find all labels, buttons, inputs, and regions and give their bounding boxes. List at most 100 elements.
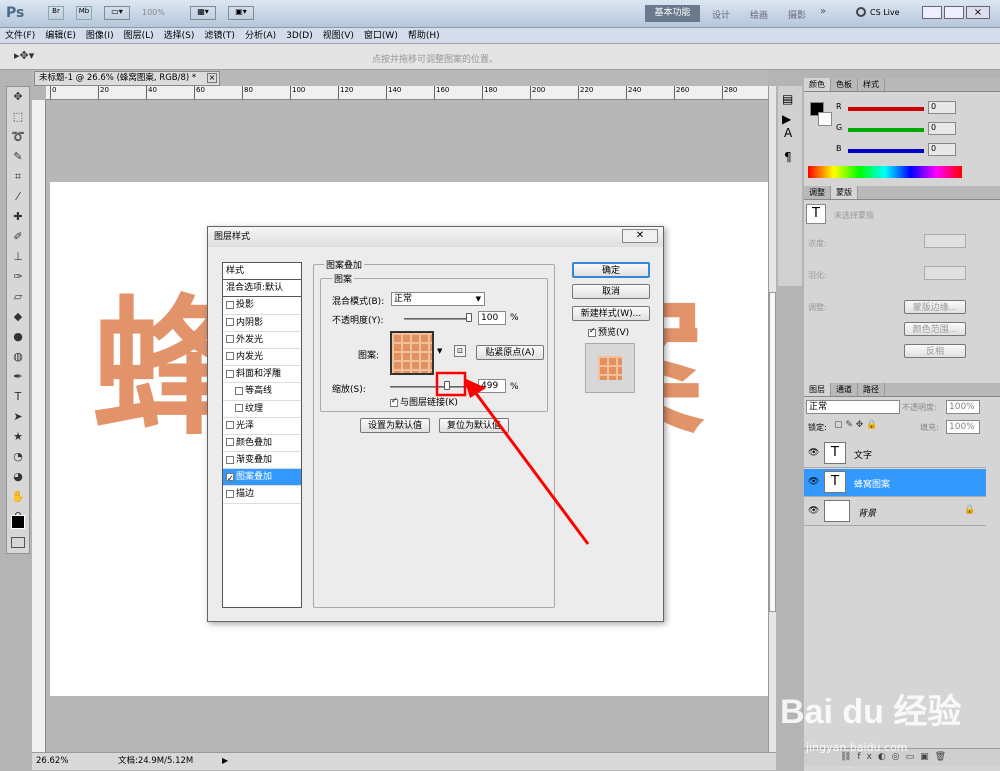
- arrange-docs-icon[interactable]: ▦▾: [190, 6, 216, 20]
- layer-row[interactable]: 👁 T 文字: [804, 440, 986, 468]
- hand-icon[interactable]: ✋: [7, 487, 29, 507]
- set-default-button[interactable]: 设置为默认值: [360, 418, 430, 433]
- mask-edge-button[interactable]: 蒙版边缘...: [904, 300, 966, 314]
- effect-checkbox[interactable]: [226, 369, 234, 378]
- color-spectrum[interactable]: [808, 166, 962, 178]
- effect-checkbox[interactable]: [226, 421, 234, 430]
- layer-opacity-field[interactable]: 100%: [946, 400, 980, 414]
- layer-name[interactable]: 蜂窝图案: [854, 477, 890, 490]
- effect-checkbox[interactable]: [226, 470, 234, 487]
- effect-item[interactable]: 投影: [223, 297, 301, 315]
- close-window-button[interactable]: ×: [966, 6, 990, 19]
- scale-slider[interactable]: [390, 386, 476, 388]
- tab-adjustments[interactable]: 调整: [804, 186, 831, 199]
- preview-checkbox-box[interactable]: [588, 326, 596, 337]
- tab-layers[interactable]: 图层: [804, 383, 831, 396]
- g-value[interactable]: 0: [928, 122, 956, 135]
- eye-icon[interactable]: 👁: [808, 448, 819, 458]
- menu-3d[interactable]: 3D(D): [281, 28, 318, 44]
- layer-blend-mode[interactable]: 正常: [806, 400, 900, 414]
- styles-header[interactable]: 样式: [223, 263, 301, 281]
- workspace-painting[interactable]: 绘画: [750, 8, 768, 21]
- eye-icon[interactable]: 👁: [808, 506, 819, 516]
- workspace-essentials[interactable]: 基本功能: [645, 5, 700, 22]
- minimize-button[interactable]: [922, 6, 942, 19]
- quick-mask-icon[interactable]: [11, 537, 25, 548]
- reset-default-button[interactable]: 复位为默认值: [439, 418, 509, 433]
- opacity-slider[interactable]: [404, 318, 472, 320]
- effect-checkbox[interactable]: [235, 386, 243, 395]
- effect-item[interactable]: 颜色叠加: [223, 435, 301, 453]
- tab-styles[interactable]: 样式: [858, 78, 885, 91]
- tab-paths[interactable]: 路径: [858, 383, 885, 396]
- effect-checkbox[interactable]: [226, 318, 234, 327]
- layer-row-selected[interactable]: 👁 T 蜂窝图案: [804, 469, 986, 497]
- menu-layer[interactable]: 图层(L): [119, 28, 159, 44]
- actions-panel-icon[interactable]: ▶: [782, 112, 791, 126]
- view-extras-icon[interactable]: ▭▾: [104, 6, 130, 20]
- quick-select-icon[interactable]: ✎: [7, 147, 29, 167]
- restore-button[interactable]: [944, 6, 964, 19]
- effect-item[interactable]: 纹理: [223, 401, 301, 418]
- blend-mode-select[interactable]: 正常 ▼: [391, 292, 485, 306]
- more-workspaces-icon[interactable]: »: [820, 6, 826, 17]
- effect-item[interactable]: 外发光: [223, 332, 301, 349]
- paragraph-panel-icon[interactable]: ¶: [784, 150, 792, 164]
- density-field[interactable]: [924, 234, 966, 248]
- lock-icons[interactable]: ▢ ✎ ✥ 🔒: [834, 420, 877, 430]
- layer-row[interactable]: 👁 背景 🔒: [804, 498, 986, 526]
- menu-image[interactable]: 图像(I): [81, 28, 119, 44]
- menu-edit[interactable]: 编辑(E): [40, 28, 81, 44]
- menu-filter[interactable]: 滤镜(T): [199, 28, 240, 44]
- history-panel-icon[interactable]: ▤: [782, 92, 793, 106]
- tab-channels[interactable]: 通道: [831, 383, 858, 396]
- g-slider[interactable]: [848, 128, 924, 132]
- 3d-rotate-icon[interactable]: ◔: [7, 447, 29, 467]
- new-preset-icon[interactable]: ⊡: [454, 345, 466, 357]
- move-tool-icon[interactable]: ▸✥▾: [14, 49, 34, 62]
- cancel-button[interactable]: 取消: [572, 284, 650, 299]
- scale-input[interactable]: 499: [478, 379, 506, 393]
- invert-button[interactable]: 反相: [904, 344, 966, 358]
- effect-checkbox[interactable]: [226, 300, 234, 309]
- r-value[interactable]: 0: [928, 101, 956, 114]
- effect-item[interactable]: 光泽: [223, 418, 301, 435]
- scale-slider-thumb[interactable]: [444, 381, 450, 390]
- bucket-icon[interactable]: ◆: [7, 307, 29, 327]
- color-range-button[interactable]: 颜色范围...: [904, 322, 966, 336]
- history-brush-icon[interactable]: ✑: [7, 267, 29, 287]
- tab-masks[interactable]: 蒙版: [831, 186, 858, 199]
- document-tab[interactable]: 未标题-1 @ 26.6% (蜂窝图案, RGB/8) * ×: [34, 71, 220, 86]
- character-panel-icon[interactable]: A: [784, 126, 792, 140]
- b-slider[interactable]: [848, 149, 924, 153]
- marquee-icon[interactable]: ⬚: [7, 107, 29, 127]
- stamp-icon[interactable]: ⊥: [7, 247, 29, 267]
- status-zoom[interactable]: 26.62%: [36, 753, 68, 769]
- effect-item[interactable]: 等高线: [223, 383, 301, 401]
- layer-fill-field[interactable]: 100%: [946, 420, 980, 434]
- effect-checkbox[interactable]: [226, 352, 234, 361]
- effect-item[interactable]: 渐变叠加: [223, 452, 301, 470]
- layer-name[interactable]: 文字: [854, 448, 872, 461]
- effect-checkbox[interactable]: [226, 489, 234, 498]
- snap-origin-button[interactable]: 贴紧原点(A): [476, 345, 544, 360]
- effect-item[interactable]: 内阴影: [223, 315, 301, 332]
- workspace-photography[interactable]: 摄影: [788, 8, 806, 21]
- layer-name[interactable]: 背景: [858, 506, 876, 519]
- opacity-input[interactable]: 100: [478, 311, 506, 325]
- effect-checkbox[interactable]: [226, 335, 234, 344]
- mini-bridge-icon[interactable]: Mb: [76, 6, 92, 20]
- effect-item[interactable]: 斜面和浮雕: [223, 366, 301, 384]
- brush-icon[interactable]: ✐: [7, 227, 29, 247]
- ok-button[interactable]: 确定: [572, 262, 650, 278]
- zoom-level[interactable]: 100%: [142, 8, 165, 17]
- link-checkbox-box[interactable]: [390, 396, 398, 407]
- vertical-scrollbar[interactable]: [768, 86, 776, 752]
- r-slider[interactable]: [848, 107, 924, 111]
- workspace-design[interactable]: 设计: [712, 8, 730, 21]
- screen-mode-icon[interactable]: ▣▾: [228, 6, 254, 20]
- dodge-icon[interactable]: ◍: [7, 347, 29, 367]
- lasso-icon[interactable]: ➰: [7, 127, 29, 147]
- shape-icon[interactable]: ★: [7, 427, 29, 447]
- tab-swatches[interactable]: 色板: [831, 78, 858, 91]
